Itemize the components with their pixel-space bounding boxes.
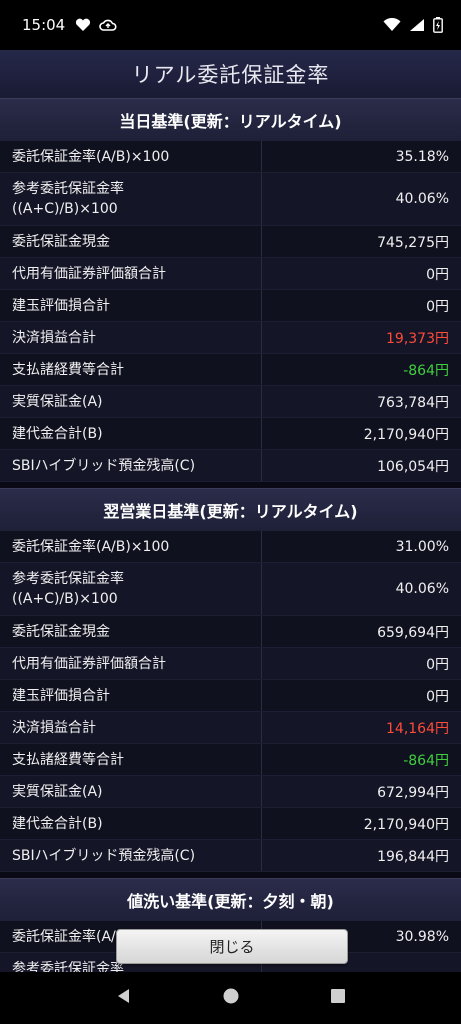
row-value: 745,275円 [377,234,449,251]
row-value: 672,994円 [377,784,449,801]
section-table: 委託保証金率(A/B)×100 31.00% 参考委託保証金率 ((A+C)/B)×… [0,531,461,872]
table-row: SBIハイブリッド預金残高(C) 196,844円 [0,840,461,872]
table-row: 委託保証金現金 745,275円 [0,226,461,258]
row-label: 決済損益合計 [0,322,262,353]
row-value: 106,054円 [377,458,449,475]
back-icon[interactable] [114,986,134,1010]
row-value: 40.06% [395,191,449,207]
page-title: リアル委託保証金率 [0,50,461,98]
section-header: 当日基準(更新：リアルタイム) [0,98,461,141]
row-label: 支払諸経費等合計 [0,744,262,775]
row-label: SBIハイブリッド預金残高(C) [0,840,262,871]
table-row: 建代金合計(B) 2,170,940円 [0,418,461,450]
row-value: 2,170,940円 [363,426,449,443]
table-row: 代用有価証券評価額合計 0円 [0,648,461,680]
home-icon[interactable] [221,986,241,1010]
table-row: 委託保証金現金 659,694円 [0,616,461,648]
section-table: 委託保証金率(A/B)×100 35.18% 参考委託保証金率 ((A+C)/B)×… [0,141,461,482]
row-label: SBIハイブリッド預金残高(C) [0,450,262,481]
table-row: 実質保証金(A) 672,994円 [0,776,461,808]
cloud-upload-icon [99,18,117,32]
table-row: 参考委託保証金率 ((A+C)/B)×100 40.06% [0,563,461,616]
table-row: 支払諸経費等合計 -864円 [0,744,461,776]
row-label: 代用有価証券評価額合計 [0,648,262,679]
row-value: 0円 [426,688,449,705]
row-value: 35.18% [395,148,449,165]
row-label: 支払諸経費等合計 [0,354,262,385]
row-value: 19,373円 [386,330,449,347]
row-label: 委託保証金率(A/B)×100 [0,141,262,172]
row-value: 0円 [426,298,449,315]
table-row: 建代金合計(B) 2,170,940円 [0,808,461,840]
row-value: 14,164円 [386,720,449,737]
table-row: 参考委託保証金率 ((A+C)/B)×100 40.06% [0,173,461,226]
row-value: 31.00% [395,538,449,555]
row-label: 委託保証金現金 [0,616,262,647]
status-time: 15:04 [22,16,66,34]
table-row: 建玉評価損合計 0円 [0,290,461,322]
row-label: 決済損益合計 [0,712,262,743]
table-row: 建玉評価損合計 0円 [0,680,461,712]
row-value: 196,844円 [377,848,449,865]
table-row: 決済損益合計 14,164円 [0,712,461,744]
wifi-icon [383,18,401,32]
row-label: 建代金合計(B) [0,418,262,449]
row-label: 参考委託保証金率 ((A+C)/B)×100 [0,173,262,225]
status-bar: 15:04 [0,0,461,50]
table-row: 委託保証金率(A/B)×100 31.00% [0,531,461,563]
row-value: -864円 [403,362,449,379]
row-value: 763,784円 [377,394,449,411]
row-value: 0円 [426,266,449,283]
margin-content[interactable]: 当日基準(更新：リアルタイム) 委託保証金率(A/B)×100 35.18% 参考委託… [0,98,461,972]
row-label: 建代金合計(B) [0,808,262,839]
section-header: 翌営業日基準(更新：リアルタイム) [0,488,461,531]
signal-icon [409,18,425,32]
table-row: 委託保証金率(A/B)×100 35.18% [0,141,461,173]
row-value: 40.06% [395,581,449,597]
row-value: 659,694円 [377,624,449,641]
row-label: 参考委託保証金率 ((A+C)/B)×100 [0,563,262,615]
close-button[interactable]: 閉じる [116,929,348,964]
row-label: 委託保証金現金 [0,226,262,257]
row-label: 委託保証金率(A/B)×100 [0,531,262,562]
recents-icon[interactable] [328,986,348,1010]
table-row: SBIハイブリッド預金残高(C) 106,054円 [0,450,461,482]
row-value: 0円 [426,656,449,673]
row-label: 建玉評価損合計 [0,680,262,711]
table-row: 代用有価証券評価額合計 0円 [0,258,461,290]
row-value: 2,170,940円 [363,816,449,833]
table-row: 実質保証金(A) 763,784円 [0,386,461,418]
table-row: 決済損益合計 19,373円 [0,322,461,354]
row-label: 建玉評価損合計 [0,290,262,321]
heart-icon [75,18,91,32]
row-label: 実質保証金(A) [0,386,262,417]
table-row: 支払諸経費等合計 -864円 [0,354,461,386]
row-label: 実質保証金(A) [0,776,262,807]
nav-bar [0,972,461,1024]
section-header: 値洗い基準(更新：夕刻・朝) [0,878,461,921]
row-label: 代用有価証券評価額合計 [0,258,262,289]
row-value: -864円 [403,752,449,769]
battery-charging-icon [433,17,443,33]
